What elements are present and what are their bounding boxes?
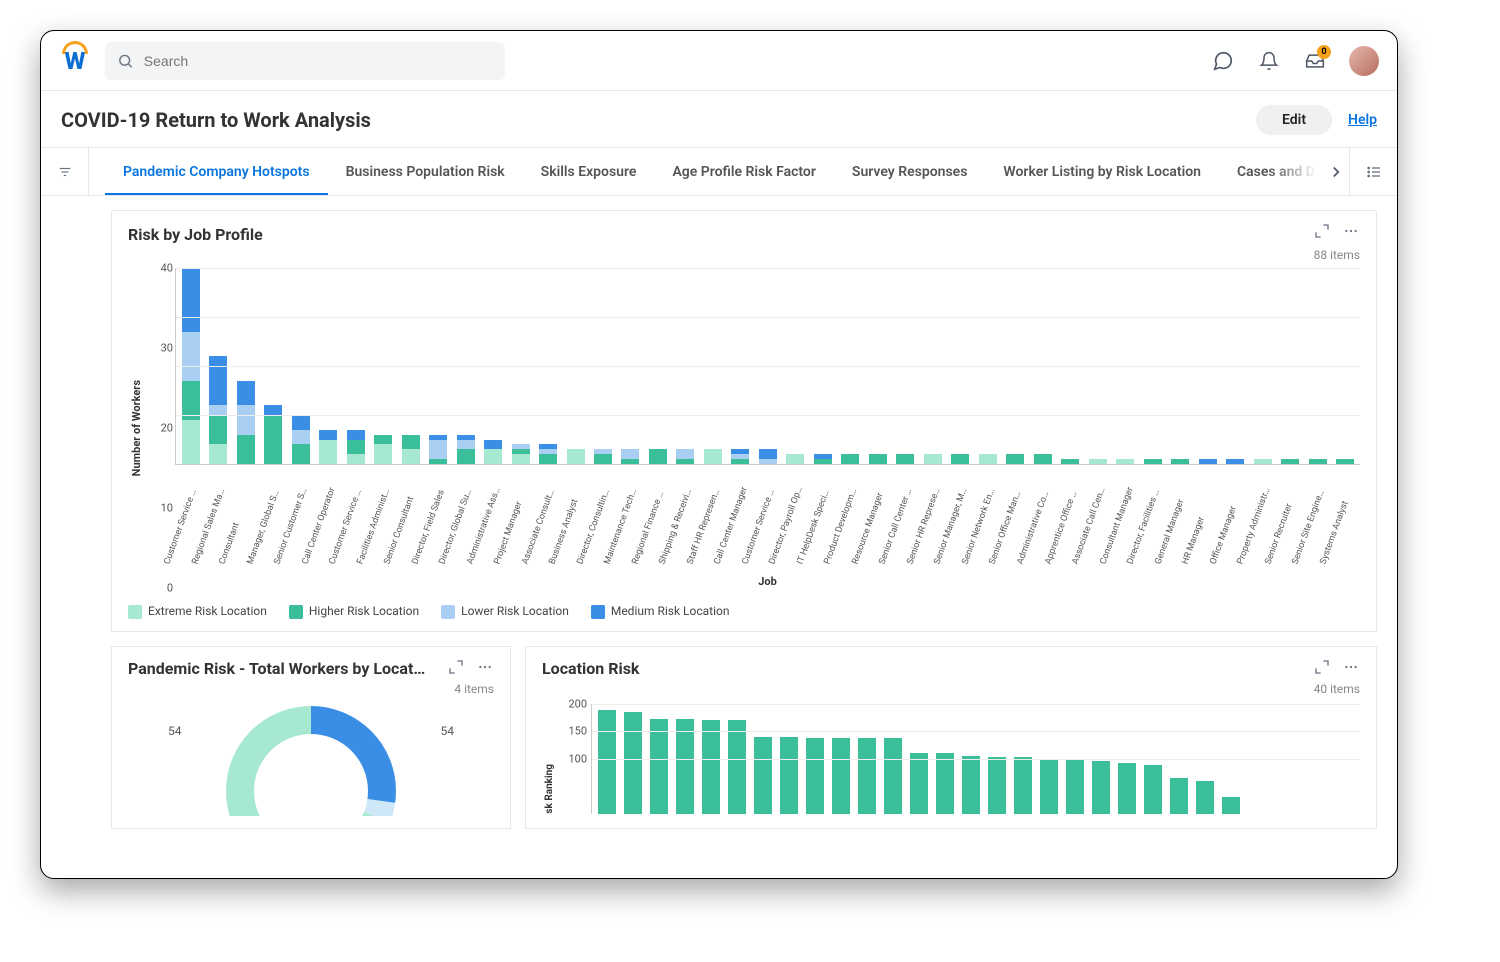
card-total-workers-by-location: Pandemic Risk - Total Workers by Locatio… (111, 646, 511, 829)
expand-icon[interactable] (1314, 223, 1330, 239)
expand-icon[interactable] (1314, 659, 1330, 675)
items-note: 4 items (128, 682, 494, 696)
content: Risk by Job Profile 88 items Number of W… (41, 196, 1397, 879)
tabs-row: Pandemic Company HotspotsBusiness Popula… (41, 148, 1397, 196)
y-axis-label: Number of Workers (128, 380, 145, 476)
plot-area (591, 704, 1360, 814)
more-icon[interactable] (1342, 659, 1360, 675)
donut-chart[interactable]: 54 54 198 (128, 706, 494, 816)
legend-item[interactable]: Lower Risk Location (441, 604, 569, 619)
bell-icon[interactable] (1257, 49, 1281, 73)
filter-icon[interactable] (41, 148, 89, 195)
tab-2[interactable]: Skills Exposure (523, 148, 655, 195)
chart-risk-by-job: Number of Workers 010203040 Customer Ser… (128, 268, 1360, 588)
donut-center-value: 198 (226, 706, 396, 816)
list-toggle-icon[interactable] (1349, 148, 1397, 195)
card-title: Risk by Job Profile (128, 225, 263, 244)
legend-item[interactable]: Extreme Risk Location (128, 604, 267, 619)
title-row: COVID-19 Return to Work Analysis Edit He… (41, 91, 1397, 148)
tab-0[interactable]: Pandemic Company Hotspots (105, 148, 328, 195)
top-icons: 0 (1211, 46, 1379, 76)
tab-1[interactable]: Business Population Risk (328, 148, 523, 195)
notification-badge: 0 (1317, 45, 1331, 59)
tab-5[interactable]: Worker Listing by Risk Location (985, 148, 1219, 195)
y-axis: 100150200 (557, 704, 591, 814)
donut-label-right: 54 (441, 724, 455, 738)
top-bar: W 0 (41, 31, 1397, 91)
legend-item[interactable]: Medium Risk Location (591, 604, 730, 619)
card-title: Location Risk (542, 659, 639, 678)
brand-logo[interactable]: W (59, 45, 91, 77)
legend-item[interactable]: Higher Risk Location (289, 604, 419, 619)
edit-button[interactable]: Edit (1256, 105, 1332, 135)
tab-3[interactable]: Age Profile Risk Factor (654, 148, 833, 195)
expand-icon[interactable] (448, 659, 464, 675)
tab-4[interactable]: Survey Responses (834, 148, 986, 195)
app-window: W 0 COVID-19 Return to Work Analysis Edi… (40, 30, 1398, 879)
more-icon[interactable] (476, 659, 494, 675)
donut-label-left: 54 (168, 724, 182, 738)
card-title: Pandemic Risk - Total Workers by Locatio… (128, 659, 428, 678)
chevron-right-icon (1327, 163, 1345, 181)
card-risk-by-job-profile: Risk by Job Profile 88 items Number of W… (111, 210, 1377, 632)
x-axis-label: Job (175, 575, 1360, 588)
items-note: 40 items (542, 682, 1360, 696)
page-title: COVID-19 Return to Work Analysis (61, 108, 371, 132)
y-axis-label: sk Ranking (542, 764, 557, 814)
inbox-icon[interactable]: 0 (1303, 49, 1327, 73)
chart-location-risk[interactable]: sk Ranking 100150200 (542, 704, 1360, 814)
x-axis-labels: Customer Service …Regional Sales Ma…Cons… (175, 465, 1360, 573)
tabs: Pandemic Company HotspotsBusiness Popula… (89, 148, 1349, 195)
plot-area[interactable] (175, 268, 1360, 465)
search-icon (117, 52, 134, 70)
search-box[interactable] (105, 42, 505, 80)
more-icon[interactable] (1342, 223, 1360, 239)
legend: Extreme Risk Location Higher Risk Locatio… (128, 604, 1360, 619)
search-input[interactable] (142, 52, 493, 70)
items-note: 88 items (128, 248, 1360, 262)
tabs-scroll-right[interactable] (1327, 163, 1345, 181)
card-location-risk: Location Risk 40 items sk Ranking 100150… (525, 646, 1377, 829)
help-link[interactable]: Help (1348, 112, 1377, 128)
avatar[interactable] (1349, 46, 1379, 76)
chat-icon[interactable] (1211, 49, 1235, 73)
